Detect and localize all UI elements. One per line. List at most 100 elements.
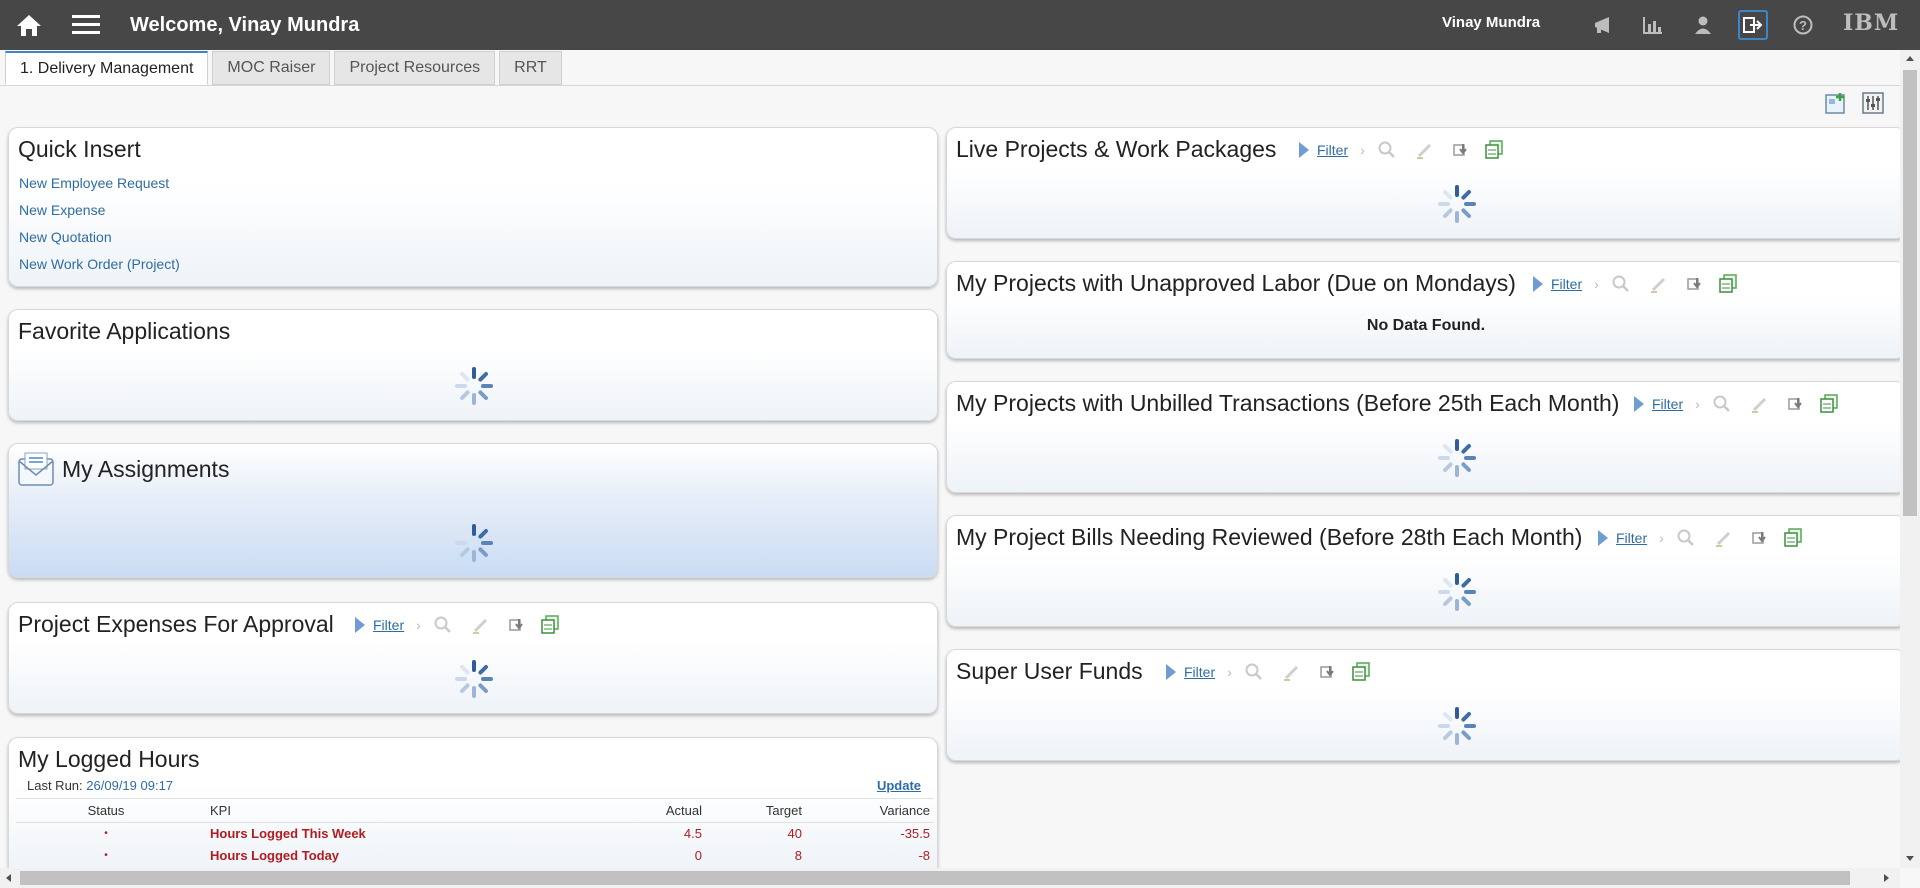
new-quotation-link[interactable]: New Quotation [19,229,112,245]
table-row: • Hours Logged Today 0 8 -8 [16,845,934,867]
layout-settings-icon[interactable] [1862,92,1884,114]
target-cell: 8 [794,848,802,863]
filter-link[interactable]: Filter [1317,142,1348,158]
tab-divider [0,85,1900,86]
panel-title: My Logged Hours [18,746,200,772]
vertical-scrollbar[interactable] [1900,50,1920,868]
tab-moc-raiser[interactable]: MOC Raiser [212,51,331,85]
update-link[interactable]: Update [877,778,921,793]
filter-link[interactable]: Filter [1551,276,1582,292]
new-work-order-link[interactable]: New Work Order (Project) [19,256,180,272]
scroll-right-icon[interactable] [1884,874,1889,882]
user-name[interactable]: Vinay Mundra [1442,14,1540,31]
favorite-applications-panel: Favorite Applications [8,309,938,421]
panel-title: Project Expenses For Approval [18,611,334,637]
chart-icon[interactable] [1638,10,1668,40]
search-icon[interactable] [433,615,453,635]
excel-icon[interactable] [1820,394,1840,414]
hamburger-menu-icon[interactable] [58,0,114,50]
search-icon[interactable] [1676,528,1696,548]
pencil-icon[interactable] [1415,140,1435,160]
loading-spinner-icon [455,660,493,698]
chevron-right-icon: › [1360,142,1365,158]
column-header: Target [702,798,802,823]
scroll-up-icon[interactable] [1906,56,1914,61]
megaphone-icon[interactable] [1589,10,1619,40]
scroll-down-icon[interactable] [1906,856,1914,861]
excel-icon[interactable] [541,615,561,635]
chevron-right-icon: › [416,617,421,633]
filter-link[interactable]: Filter [1184,664,1215,680]
home-icon[interactable] [0,0,58,50]
search-icon[interactable] [1611,274,1631,294]
loading-spinner-icon [1438,185,1476,223]
panel-title: My Projects with Unapproved Labor (Due o… [956,270,1516,296]
tab-delivery-management[interactable]: 1. Delivery Management [5,51,209,85]
super-user-funds-panel: Super User Funds Filter › [946,649,1906,761]
kpi-cell[interactable]: Hours Logged This Week [196,823,576,845]
chevron-right-icon: › [1659,530,1664,546]
unapproved-labor-panel: My Projects with Unapproved Labor (Due o… [946,261,1906,359]
play-icon[interactable] [355,617,365,633]
logout-icon[interactable] [1738,10,1768,40]
scroll-left-icon[interactable] [6,874,11,882]
pencil-icon[interactable] [1649,274,1669,294]
play-icon[interactable] [1166,664,1176,680]
play-icon[interactable] [1299,142,1309,158]
actual-cell: 0 [694,848,702,863]
tab-rrt[interactable]: RRT [499,51,562,85]
table-header-row: Status KPI Actual Target Variance [16,798,934,823]
export-icon[interactable] [1787,394,1808,414]
export-icon[interactable] [508,615,529,635]
column-header: Variance [802,798,934,823]
search-icon[interactable] [1712,394,1732,414]
excel-icon[interactable] [1352,662,1372,682]
horizontal-scrollbar[interactable] [0,868,1900,888]
target-cell: 40 [787,826,802,842]
new-expense-link[interactable]: New Expense [19,202,105,218]
play-icon[interactable] [1598,530,1608,546]
panel-toolbar: Filter › [1299,139,1523,161]
export-icon[interactable] [1319,662,1340,682]
filter-link[interactable]: Filter [1616,530,1647,546]
pencil-icon[interactable] [1282,662,1302,682]
project-expenses-panel: Project Expenses For Approval Filter › [8,602,938,714]
search-icon[interactable] [1377,140,1397,160]
pencil-icon[interactable] [1714,528,1734,548]
loading-spinner-icon [1438,439,1476,477]
panel-toolbar: Filter › [1634,393,1858,415]
panel-toolbar: Filter › [1533,273,1757,295]
excel-icon[interactable] [1485,140,1505,160]
ibm-logo: IBM [1843,10,1900,36]
excel-icon[interactable] [1784,528,1804,548]
tab-bar: 1. Delivery Management MOC Raiser Projec… [5,51,562,85]
play-icon[interactable] [1533,276,1543,292]
kpi-cell[interactable]: Hours Logged Today [196,845,576,867]
pencil-icon[interactable] [1750,394,1770,414]
top-bar: Welcome, Vinay Mundra Vinay Mundra ? IBM [0,0,1920,50]
export-icon[interactable] [1452,140,1473,160]
panel-toolbar: Filter › [1166,661,1390,683]
kpi-table: Status KPI Actual Target Variance • Hour… [16,798,934,867]
horizontal-scroll-thumb[interactable] [20,871,1850,885]
excel-icon[interactable] [1719,274,1739,294]
chevron-right-icon: › [1695,396,1700,412]
export-icon[interactable] [1686,274,1707,294]
panel-title: Live Projects & Work Packages [956,136,1277,162]
play-icon[interactable] [1634,396,1644,412]
tab-project-resources[interactable]: Project Resources [334,51,496,85]
search-icon[interactable] [1244,662,1264,682]
filter-link[interactable]: Filter [373,617,404,633]
panel-toolbar: Filter › [1598,527,1822,549]
user-icon[interactable] [1688,10,1718,40]
export-icon[interactable] [1751,528,1772,548]
new-employee-request-link[interactable]: New Employee Request [19,175,169,191]
add-portlet-icon[interactable] [1825,92,1847,114]
pencil-icon[interactable] [471,615,491,635]
vertical-scroll-thumb[interactable] [1903,70,1917,516]
my-logged-hours-panel: My Logged Hours Last Run: 26/09/19 09:17… [8,737,938,877]
panel-title: Favorite Applications [18,318,231,344]
filter-link[interactable]: Filter [1652,396,1683,412]
help-icon[interactable]: ? [1788,10,1818,40]
envelope-icon [17,451,55,492]
